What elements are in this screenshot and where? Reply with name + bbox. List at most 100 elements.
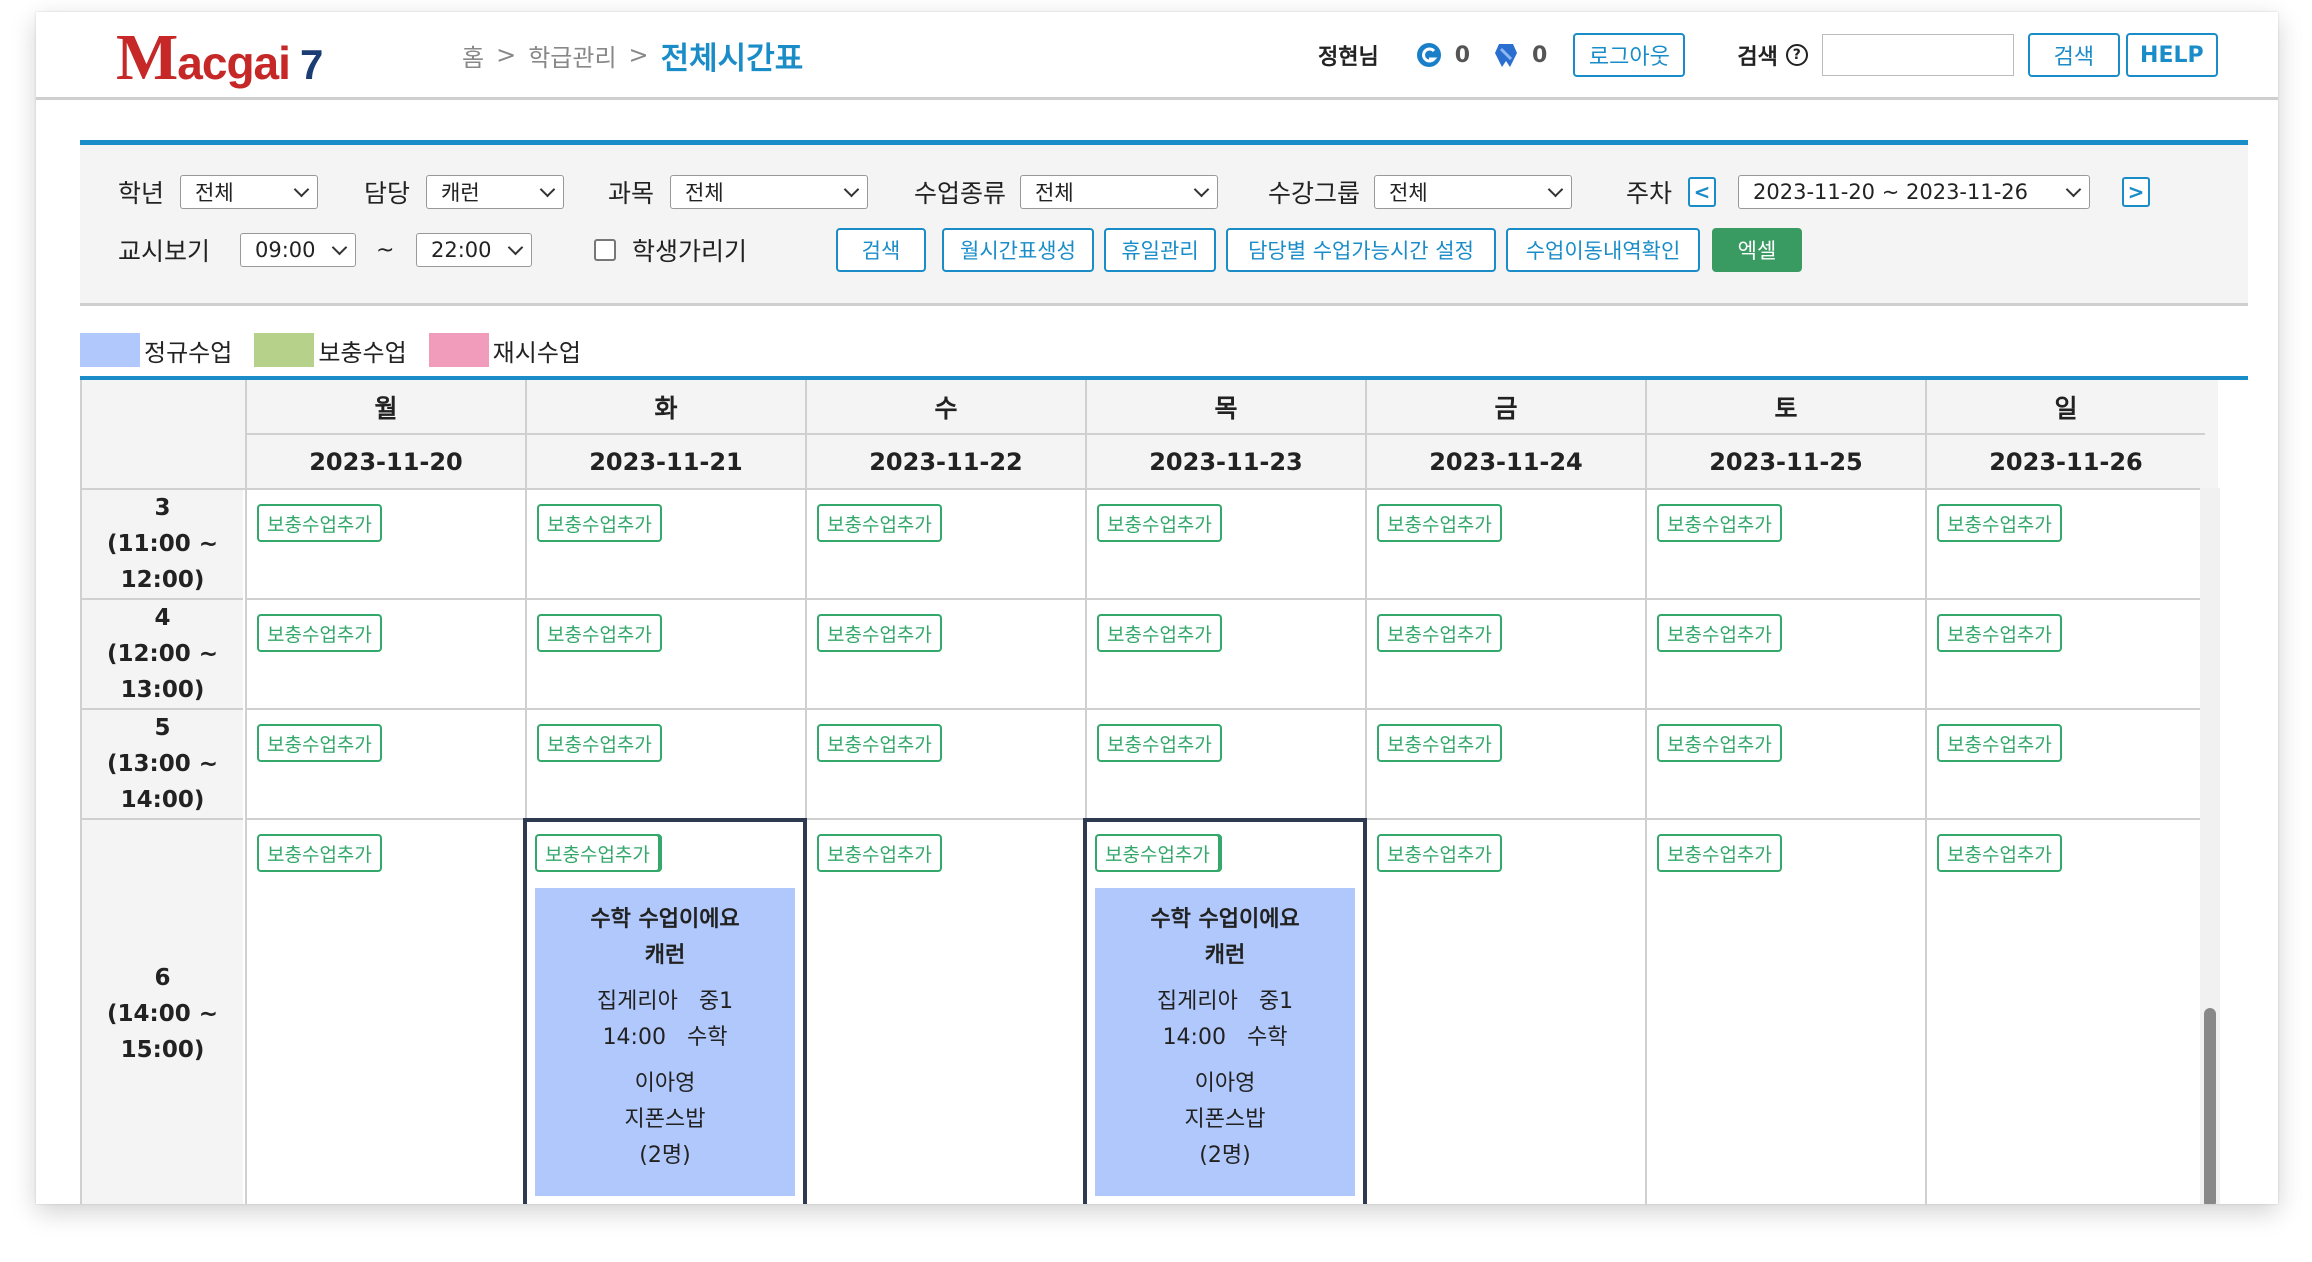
add-supplementary-button[interactable]: 보충수업추가 (1097, 724, 1222, 762)
timetable-cell[interactable]: 보충수업추가 (1085, 710, 1365, 820)
add-supplementary-button[interactable]: 보충수업추가 (817, 724, 942, 762)
timetable-cell[interactable]: 보충수업추가 (1645, 820, 1925, 1204)
timetable-cell[interactable]: 보충수업추가 (805, 820, 1085, 1204)
lesson-card[interactable]: 수학 수업이에요 캐런 집게리아 중1 14:00 수학 이아영 지폰스밥 (2명) (535, 888, 795, 1196)
date-header: 2023-11-25 (1645, 435, 1925, 490)
add-supplementary-button[interactable]: 보충수업추가 (1377, 724, 1502, 762)
add-supplementary-button[interactable]: 보충수업추가 (257, 614, 382, 652)
timetable-cell[interactable]: 보충수업추가 (1645, 710, 1925, 820)
add-supplementary-button[interactable]: 보충수업추가 (817, 614, 942, 652)
add-supplementary-button[interactable]: 보충수업추가 (1377, 834, 1502, 872)
timetable-cell[interactable]: 보충수업추가 (245, 820, 525, 1204)
timetable-cell[interactable]: 보충수업추가 (805, 710, 1085, 820)
add-supplementary-button[interactable]: 보충수업추가 (537, 724, 662, 762)
chevron-down-icon (1193, 181, 1210, 197)
add-supplementary-button[interactable]: 보충수업추가 (1657, 834, 1782, 872)
holiday-manage-button[interactable]: 휴일관리 (1104, 228, 1216, 272)
availability-setting-button[interactable]: 담당별 수업가능시간 설정 (1226, 228, 1496, 272)
timetable-cell[interactable]: 보충수업추가 (1085, 490, 1365, 600)
breadcrumb-section[interactable]: 학급관리 (528, 38, 616, 73)
add-supplementary-button[interactable]: 보충수업추가 (1937, 724, 2062, 762)
class-type-label: 수업종류 (914, 179, 1007, 208)
add-supplementary-button[interactable]: 보충수업추가 (1657, 504, 1782, 542)
week-select[interactable]: 2023-11-20 ~ 2023-11-26 (1738, 175, 2090, 209)
timetable-cell[interactable]: 보충수업추가 (245, 600, 525, 710)
help-button[interactable]: HELP (2125, 33, 2218, 77)
period-l1: (11:00 ~ (106, 531, 218, 557)
day-header: 월 (245, 380, 525, 435)
timetable-cell[interactable]: 보충수업추가 (1925, 600, 2205, 710)
coin-counter[interactable]: 0 (1415, 41, 1470, 69)
timetable-cell[interactable]: 보충수업추가 (1365, 490, 1645, 600)
timetable-cell[interactable]: 보충수업추가 (1365, 820, 1645, 1204)
chevron-down-icon (2065, 181, 2082, 197)
timetable-cell[interactable]: 보충수업추가 (1085, 600, 1365, 710)
add-supplementary-button[interactable]: 보충수업추가 (537, 614, 662, 652)
timetable-cell[interactable]: 보충수업추가 (805, 490, 1085, 600)
grade-select[interactable]: 전체 (180, 175, 318, 209)
class-type-select[interactable]: 전체 (1020, 175, 1218, 209)
logout-button[interactable]: 로그아웃 (1573, 33, 1686, 77)
timetable-cell[interactable]: 보충수업추가 (525, 600, 805, 710)
add-supplementary-button[interactable]: 보충수업추가 (1937, 614, 2062, 652)
timetable-cell[interactable]: 보충수업추가 (1925, 710, 2205, 820)
add-supplementary-button[interactable]: 보충수업추가 (257, 834, 382, 872)
subject-select-value: 전체 (685, 181, 724, 205)
timetable-cell[interactable]: 보충수업추가 (1365, 710, 1645, 820)
add-supplementary-button[interactable]: 보충수업추가 (537, 504, 662, 542)
add-supplementary-button[interactable]: 보충수업추가 (1095, 834, 1220, 872)
timetable-cell[interactable]: 보충수업추가 (1645, 490, 1925, 600)
add-supplementary-button[interactable]: 보충수업추가 (1377, 504, 1502, 542)
add-supplementary-button[interactable]: 보충수업추가 (1657, 724, 1782, 762)
search-input[interactable] (1821, 34, 2014, 76)
scrollbar-thumb[interactable] (2204, 1008, 2216, 1204)
add-supplementary-button[interactable]: 보충수업추가 (257, 724, 382, 762)
breadcrumb-separator: > (628, 41, 649, 69)
add-supplementary-button[interactable]: 보충수업추가 (1657, 614, 1782, 652)
period-num: 3 (154, 495, 171, 521)
logo[interactable]: M acgai 7 (116, 20, 323, 94)
teacher-select[interactable]: 캐런 (426, 175, 564, 209)
vertical-scrollbar[interactable] (2200, 488, 2220, 1204)
add-supplementary-button[interactable]: 보충수업추가 (257, 504, 382, 542)
lesson-card[interactable]: 수학 수업이에요 캐런 집게리아 중1 14:00 수학 이아영 지폰스밥 (2명) (1095, 888, 1355, 1196)
timetable-cell[interactable]: 보충수업추가 (245, 490, 525, 600)
search-button[interactable]: 검색 (2027, 33, 2120, 77)
course-group-select[interactable]: 전체 (1374, 175, 1572, 209)
add-supplementary-button[interactable]: 보충수업추가 (1097, 614, 1222, 652)
monthly-timetable-button[interactable]: 월시간표생성 (942, 228, 1094, 272)
add-supplementary-button[interactable]: 보충수업추가 (817, 504, 942, 542)
add-supplementary-button[interactable]: 보충수업추가 (817, 834, 942, 872)
lesson-academy-grade-a: 집게리아 (596, 989, 678, 1014)
period-l2: 14:00) (120, 787, 205, 813)
add-supplementary-button[interactable]: 보충수업추가 (1937, 504, 2062, 542)
timetable-cell[interactable]: 보충수업추가 (1925, 820, 2205, 1204)
add-supplementary-button[interactable]: 보충수업추가 (1377, 614, 1502, 652)
help-circle-icon[interactable]: ? (1785, 44, 1808, 66)
lesson-title: 수학 수업이에요 (1150, 907, 1300, 932)
breadcrumb-separator: > (496, 41, 517, 69)
move-history-button[interactable]: 수업이동내역확인 (1506, 228, 1700, 272)
timetable-cell[interactable]: 보충수업추가 (1645, 600, 1925, 710)
timetable-cell[interactable]: 보충수업추가 (1925, 490, 2205, 600)
filter-panel: 학년 전체 담당 캐런 과목 전체 수업종류 전체 수강그룹 전체 주차 < 2… (80, 140, 2248, 306)
subject-select[interactable]: 전체 (670, 175, 868, 209)
add-supplementary-button[interactable]: 보충수업추가 (535, 834, 660, 872)
add-supplementary-button[interactable]: 보충수업추가 (1097, 504, 1222, 542)
add-supplementary-button[interactable]: 보충수업추가 (1937, 834, 2062, 872)
next-week-button[interactable]: > (2122, 177, 2150, 207)
lesson-highlight: 보충수업추가수학 수업이에요 캐런 집게리아 중1 14:00 수학 이아영 지폰스밥 (2… (1083, 818, 1367, 1204)
excel-button[interactable]: 엑셀 (1712, 228, 1802, 272)
timetable-cell[interactable]: 보충수업추가 (1365, 600, 1645, 710)
lesson-student: 이아영 (1194, 1071, 1256, 1096)
breadcrumb-home[interactable]: 홈 (462, 38, 484, 73)
timetable-cell[interactable]: 보충수업추가 (525, 490, 805, 600)
prev-week-button[interactable]: < (1688, 177, 1716, 207)
filter-search-button[interactable]: 검색 (836, 228, 926, 272)
chevron-down-icon (843, 181, 860, 197)
timetable-cell[interactable]: 보충수업추가 (525, 710, 805, 820)
day-header: 수 (805, 380, 1085, 435)
timetable-cell[interactable]: 보충수업추가 (245, 710, 525, 820)
badge-counter[interactable]: 0 (1492, 41, 1547, 69)
timetable-cell[interactable]: 보충수업추가 (805, 600, 1085, 710)
